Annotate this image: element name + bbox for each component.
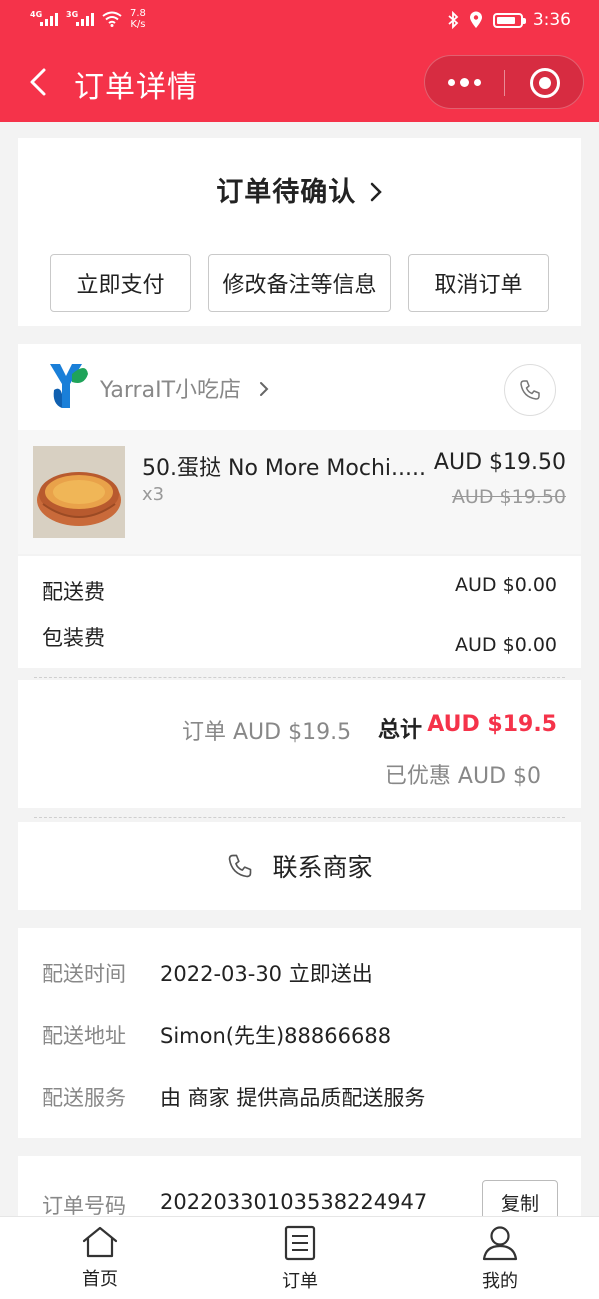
total-amount: AUD $19.5 (427, 712, 557, 737)
location-icon (469, 11, 482, 28)
page-title: 订单详情 (74, 70, 198, 105)
tab-profile-label: 我的 (482, 1271, 518, 1292)
status-bar: 4G 3G 7.8 K/s 3:36 (0, 0, 599, 42)
chevron-right-icon (370, 182, 382, 202)
capsule-divider (504, 70, 505, 96)
product-price: AUD $19.50 (433, 450, 566, 475)
fees-card: 配送费 AUD $0.00 包装费 AUD $0.00 (18, 556, 581, 668)
pay-now-button[interactable]: 立即支付 (50, 254, 191, 312)
more-icon[interactable] (425, 56, 503, 108)
bluetooth-icon (448, 11, 459, 29)
contact-merchant-label: 联系商家 (272, 853, 373, 882)
clock: 3:36 (532, 10, 571, 30)
cellular-signal-icon-2: 3G (66, 10, 94, 26)
packing-fee-label: 包装费 (42, 626, 105, 650)
tab-home-label: 首页 (82, 1269, 118, 1290)
order-status-title[interactable]: 订单待确认 (18, 170, 581, 209)
product-original-price: AUD $19.50 (451, 486, 566, 508)
edit-remarks-button[interactable]: 修改备注等信息 (208, 254, 391, 312)
shop-name-link[interactable]: YarraIT小吃店 (100, 372, 270, 404)
call-shop-button[interactable] (504, 364, 556, 416)
battery-icon (492, 12, 526, 28)
discount-amount: 已优惠 AUD $0 (384, 764, 541, 789)
delivery-address-value: Simon(先生)88866688 (160, 1024, 392, 1048)
product-name: 50.蛋挞 No More Mochi..... (142, 456, 426, 481)
tab-profile[interactable]: 我的 (460, 1225, 540, 1295)
close-miniprogram-icon[interactable] (530, 68, 560, 98)
order-status-card: 订单待确认 立即支付 修改备注等信息 取消订单 (18, 138, 581, 326)
tab-home[interactable]: 首页 (60, 1225, 140, 1295)
tab-orders[interactable]: 订单 (260, 1225, 340, 1295)
chevron-right-icon (260, 382, 269, 396)
cellular-signal-icon: 4G (30, 10, 58, 26)
product-quantity: x3 (142, 484, 165, 505)
delivery-service-label: 配送服务 (42, 1086, 126, 1110)
contact-merchant-button[interactable]: 联系商家 (18, 822, 581, 910)
order-number-value: 20220330103538224947 (160, 1190, 428, 1214)
packing-fee-value: AUD $0.00 (455, 634, 557, 656)
wifi-icon (102, 11, 122, 27)
shop-header: YarraIT小吃店 (18, 344, 581, 430)
delivery-address-label: 配送地址 (42, 1024, 126, 1048)
delivery-time-value: 2022-03-30 立即送出 (160, 962, 373, 986)
miniprogram-capsule (424, 55, 584, 109)
tab-orders-label: 订单 (282, 1271, 318, 1292)
user-icon (482, 1226, 518, 1261)
nav-bar: 订单详情 (0, 42, 599, 122)
shop-logo (50, 364, 88, 408)
delivery-fee-value: AUD $0.00 (455, 574, 557, 596)
home-icon (82, 1226, 118, 1258)
order-list-icon (284, 1225, 316, 1261)
bottom-tab-bar: 首页 订单 我的 (0, 1216, 599, 1299)
totals-card: 订单 AUD $19.5 总计 AUD $19.5 已优惠 AUD $0 (18, 680, 581, 808)
dashed-divider (34, 677, 565, 678)
product-image (33, 446, 125, 538)
delivery-fee-label: 配送费 (42, 580, 105, 604)
phone-icon (229, 854, 252, 878)
order-item[interactable]: 50.蛋挞 No More Mochi..... x3 AUD $19.50 A… (18, 430, 581, 554)
dashed-divider (34, 817, 565, 818)
order-amount: 订单 AUD $19.5 (182, 720, 352, 745)
delivery-time-label: 配送时间 (42, 962, 126, 986)
shop-card: YarraIT小吃店 50.蛋挞 No More Mochi..... x3 A… (18, 344, 581, 554)
network-speed: 7.8 K/s (130, 8, 146, 30)
delivery-info-card: 配送时间 2022-03-30 立即送出 配送地址 Simon(先生)88866… (18, 928, 581, 1138)
delivery-service-value: 由 商家 提供高品质配送服务 (160, 1086, 426, 1110)
cancel-order-button[interactable]: 取消订单 (408, 254, 549, 312)
phone-icon (520, 380, 540, 400)
total-label: 总计 (378, 718, 423, 743)
back-icon[interactable] (24, 64, 54, 100)
